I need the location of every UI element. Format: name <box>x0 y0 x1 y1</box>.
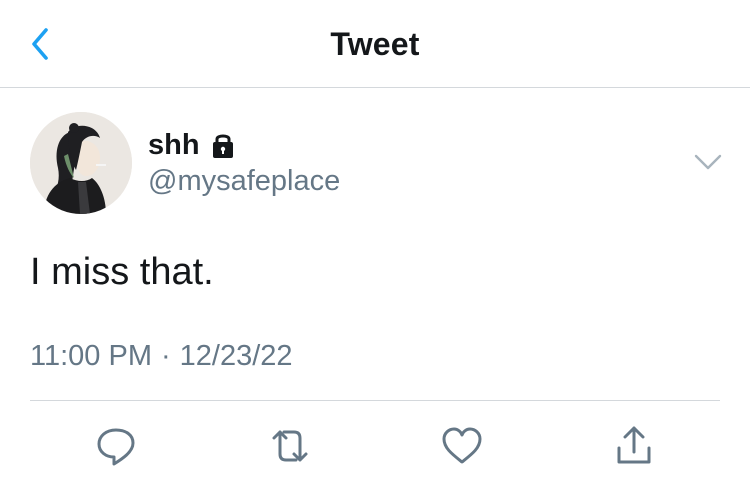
tweet-timestamp: 11:00 PM · 12/23/22 <box>30 340 293 373</box>
tweet-time: 11:00 PM <box>30 340 152 372</box>
reply-button[interactable] <box>94 424 138 468</box>
like-button[interactable] <box>440 424 484 468</box>
share-button[interactable] <box>612 424 656 468</box>
chevron-down-icon <box>694 154 722 170</box>
profile-illustration <box>30 112 132 214</box>
top-navigation-bar: Tweet <box>0 0 750 88</box>
user-handle[interactable]: @mysafeplace <box>148 165 340 198</box>
heart-icon <box>442 427 482 464</box>
display-name-row[interactable]: shh <box>148 126 238 164</box>
retweet-button[interactable] <box>268 424 312 468</box>
tweet-text: I miss that. <box>30 251 214 293</box>
display-name: shh <box>148 128 200 161</box>
share-icon <box>617 426 651 464</box>
separator: · <box>160 340 171 372</box>
tweet-date: 12/23/22 <box>179 340 293 372</box>
tweet-actions-bar <box>0 420 750 470</box>
avatar[interactable] <box>30 112 132 214</box>
page-title: Tweet <box>330 26 420 62</box>
reply-icon <box>97 428 135 466</box>
retweet-icon <box>272 430 308 462</box>
tweet-menu-button[interactable] <box>692 150 724 174</box>
lock-icon <box>212 134 233 158</box>
divider <box>30 400 720 401</box>
